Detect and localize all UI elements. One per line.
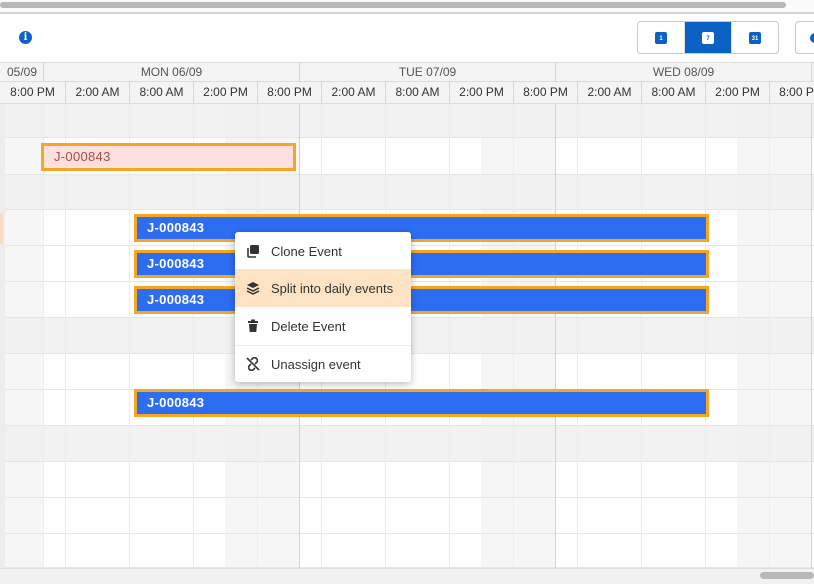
- circle-icon: [810, 33, 814, 43]
- horizontal-scrollbar-top[interactable]: [0, 0, 814, 12]
- menu-item-label: Split into daily events: [271, 280, 394, 296]
- time-header: 8:00 PM: [10, 85, 55, 99]
- event-context-menu: Clone Event Split into daily events Dele…: [235, 232, 411, 382]
- gridline: [65, 104, 66, 568]
- calendar-day-number: 7: [706, 35, 710, 42]
- time-header: 2:00 AM: [577, 82, 641, 103]
- time-header: 8:00 AM: [641, 82, 705, 103]
- horizontal-scrollbar[interactable]: [0, 568, 814, 584]
- clone-event-menu-item[interactable]: Clone Event: [235, 232, 411, 270]
- calendar-day-number: 31: [751, 35, 759, 42]
- event-bar[interactable]: J-000843: [134, 389, 709, 417]
- split-daily-menu-item[interactable]: Split into daily events: [235, 269, 411, 307]
- gridline: [641, 104, 642, 568]
- gridline: [555, 104, 556, 568]
- time-header: 2:00 AM: [321, 82, 385, 103]
- time-header: 8:00 PM: [257, 82, 321, 103]
- info-icon[interactable]: i: [19, 31, 32, 44]
- day-header: MON 06/09: [43, 63, 299, 82]
- month-view-button[interactable]: 31: [732, 22, 778, 53]
- delete-event-menu-item[interactable]: Delete Event: [235, 307, 411, 345]
- day-header: 05/09: [6, 65, 37, 79]
- time-header: 2:00 PM: [449, 82, 513, 103]
- scheduler-toolbar: i 1 7 31: [0, 14, 814, 62]
- time-header: 2:00 PM: [705, 82, 769, 103]
- resource-row: [0, 104, 814, 138]
- calendar-day-number: 1: [659, 35, 663, 42]
- gridline: [769, 104, 770, 568]
- calendar-icon: 7: [702, 31, 714, 44]
- time-header: 8:00 PM: [513, 82, 577, 103]
- event-bar[interactable]: J-000843: [134, 286, 709, 314]
- resource-column-edge: [0, 104, 5, 568]
- time-header: 2:00 AM: [65, 82, 129, 103]
- time-header: 8:00 AM: [129, 82, 193, 103]
- resource-row: [0, 498, 814, 534]
- gridline: [449, 104, 450, 568]
- day-header-row: 05/09 MON 06/09 TUE 07/09 WED 08/09: [0, 62, 814, 82]
- trash-icon: [235, 319, 271, 333]
- gridline: [129, 104, 130, 568]
- layers-icon: [235, 281, 271, 295]
- week-view-button[interactable]: 7: [685, 22, 732, 53]
- gridline: [43, 104, 44, 568]
- time-header: 8:00 PM: [769, 82, 814, 103]
- event-bar[interactable]: J-000843: [134, 214, 709, 242]
- toolbar-extra-button[interactable]: [795, 21, 814, 54]
- scrollbar-thumb[interactable]: [760, 572, 814, 579]
- gridline: [705, 104, 706, 568]
- day-header: WED 08/09: [555, 63, 811, 82]
- view-switcher: 1 7 31: [637, 21, 779, 54]
- event-bar[interactable]: J-000843: [134, 250, 709, 278]
- menu-item-label: Delete Event: [271, 318, 346, 334]
- clone-icon: [235, 244, 271, 258]
- resource-row: [0, 426, 814, 462]
- calendar-icon: 1: [655, 31, 667, 44]
- resource-row: [0, 175, 814, 210]
- event-bar-unassigned[interactable]: J-000843: [41, 143, 296, 171]
- gridline: [193, 104, 194, 568]
- time-header: 2:00 PM: [193, 82, 257, 103]
- unassign-event-menu-item[interactable]: Unassign event: [235, 345, 411, 383]
- row-selection-marker: [0, 214, 3, 244]
- menu-item-label: Clone Event: [271, 243, 342, 259]
- menu-item-label: Unassign event: [271, 356, 361, 372]
- gridline: [577, 104, 578, 568]
- unlink-icon: [235, 357, 271, 371]
- scrollbar-thumb[interactable]: [0, 2, 786, 8]
- time-header-row: 8:00 PM 2:00 AM 8:00 AM 2:00 PM 8:00 PM …: [0, 82, 814, 104]
- resource-row: [0, 534, 814, 568]
- calendar-icon: 31: [749, 31, 761, 44]
- resource-row: [0, 462, 814, 498]
- day-view-button[interactable]: 1: [638, 22, 685, 53]
- day-header: TUE 07/09: [299, 63, 555, 82]
- gridline: [513, 104, 514, 568]
- time-header: 8:00 AM: [385, 82, 449, 103]
- gridline: [811, 104, 812, 568]
